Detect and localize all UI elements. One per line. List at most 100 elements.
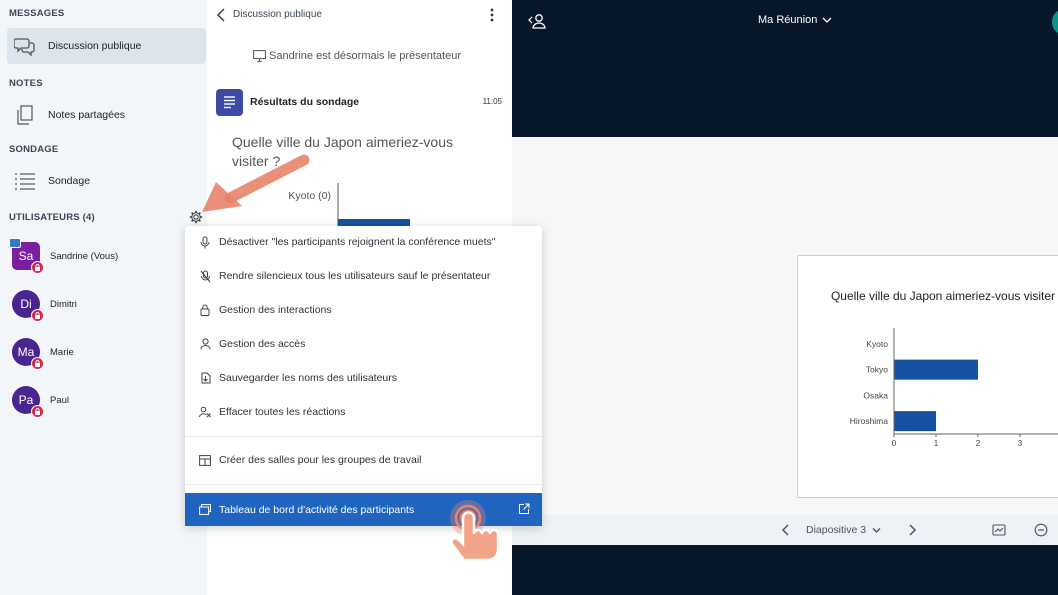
user-name: Marie xyxy=(50,346,74,358)
chat-title[interactable]: Discussion publique xyxy=(233,9,322,20)
chat-bubbles-icon xyxy=(14,35,36,57)
menu-item-label: Gestion des interactions xyxy=(219,304,332,316)
sidebar: MESSAGES Discussion publique NOTES Notes… xyxy=(0,0,207,595)
notes-section-title: NOTES xyxy=(9,78,43,89)
menu-item-disable-join-muted[interactable]: Désactiver "les participants rejoignent … xyxy=(185,227,542,257)
poll-result-time: 11:05 xyxy=(482,97,502,106)
menu-item-save-user-names[interactable]: Sauvegarder les noms des utilisateurs xyxy=(185,363,542,393)
lock-icon xyxy=(31,357,44,370)
menu-item-label: Désactiver "les participants rejoignent … xyxy=(219,236,496,248)
whiteboard-icon[interactable] xyxy=(992,523,1006,537)
lock-icon xyxy=(31,405,44,418)
presenter-screen-icon xyxy=(253,50,266,62)
category-label: Hiroshima xyxy=(850,416,889,426)
meeting-title[interactable]: Ma Réunion xyxy=(758,14,832,26)
user-name: Dimitri xyxy=(50,298,77,310)
category-label: Kyoto xyxy=(866,339,888,349)
poll-bar-chart: Kyoto Tokyo Osaka Hiroshima 0 1 2 3 xyxy=(850,328,1058,448)
chevron-left-icon[interactable] xyxy=(780,523,792,537)
chevron-left-icon[interactable] xyxy=(215,7,229,23)
chevron-down-icon xyxy=(822,17,832,23)
avatar: Ma xyxy=(12,338,44,370)
meeting-title-text: Ma Réunion xyxy=(758,14,818,26)
sidebar-item-poll[interactable]: Sondage xyxy=(7,163,206,199)
x-tick-label: 0 xyxy=(892,439,897,448)
microphone-icon xyxy=(198,235,212,249)
rooms-icon xyxy=(198,453,212,467)
chevron-down-icon xyxy=(872,527,881,533)
user-item[interactable]: Pa Paul xyxy=(12,386,70,418)
avatar-initials: Di xyxy=(20,297,32,311)
menu-item-label: Créer des salles pour les groupes de tra… xyxy=(219,454,422,466)
poll-section-title: SONDAGE xyxy=(9,144,59,155)
avatar: Di xyxy=(12,290,44,322)
bar xyxy=(894,411,936,432)
sidebar-item-label: Discussion publique xyxy=(48,40,142,52)
download-icon xyxy=(198,371,212,385)
user-list-toggle-icon[interactable] xyxy=(528,12,546,30)
dashboard-icon xyxy=(198,503,212,517)
sidebar-item-public-chat[interactable]: Discussion publique xyxy=(7,28,206,64)
sidebar-item-shared-notes[interactable]: Notes partagées xyxy=(7,97,206,133)
x-tick-label: 1 xyxy=(934,439,939,448)
presentation-area: Ma Réunion Quelle ville du Japon aimerie… xyxy=(512,0,1058,595)
poll-result-icon xyxy=(216,88,243,116)
lock-icon xyxy=(198,303,212,317)
menu-item-manage-access[interactable]: Gestion des accès xyxy=(185,329,542,359)
avatar: Pa xyxy=(12,386,44,418)
menu-divider xyxy=(185,484,542,485)
menu-item-mute-all-except-presenter[interactable]: Rendre silencieux tous les utilisateurs … xyxy=(185,261,542,291)
slide: Quelle ville du Japon aimeriez-vous visi… xyxy=(797,255,1058,498)
avatar[interactable] xyxy=(1052,10,1058,34)
x-tick-label: 2 xyxy=(976,439,981,448)
x-tick-label: 3 xyxy=(1018,439,1023,448)
avatar-initials: Pa xyxy=(18,393,34,407)
category-label: Tokyo xyxy=(866,365,888,375)
system-message: Sandrine est désormais le présentateur xyxy=(253,50,461,62)
menu-item-clear-reactions[interactable]: Effacer toutes les réactions xyxy=(185,397,542,427)
user-item[interactable]: Di Dimitri xyxy=(12,290,77,322)
slide-label: Diapositive 3 xyxy=(806,524,867,536)
user-options-menu: Désactiver "les participants rejoignent … xyxy=(185,226,542,526)
menu-item-label: Rendre silencieux tous les utilisateurs … xyxy=(219,270,491,282)
user-item[interactable]: Ma Marie xyxy=(12,338,74,370)
users-section-title: UTILISATEURS (4) xyxy=(9,212,95,223)
lock-icon xyxy=(31,261,44,274)
chat-header: Discussion publique xyxy=(207,0,512,30)
menu-item-label: Effacer toutes les réactions xyxy=(219,406,346,418)
messages-section-title: MESSAGES xyxy=(9,8,65,19)
menu-item-label: Tableau de bord d'activité des participa… xyxy=(219,503,415,516)
bar xyxy=(894,359,978,380)
clear-status-icon xyxy=(198,405,212,419)
external-link-icon xyxy=(518,502,530,514)
tutorial-click-hand-icon xyxy=(450,500,500,562)
menu-item-label: Sauvegarder les noms des utilisateurs xyxy=(219,372,398,384)
chevron-right-icon[interactable] xyxy=(906,523,918,537)
user-name: Paul xyxy=(50,394,70,406)
poll-result-title: Résultats du sondage xyxy=(250,96,360,108)
menu-item-create-breakout-rooms[interactable]: Créer des salles pour les groupes de tra… xyxy=(185,445,542,475)
slide-chart-title: Quelle ville du Japon aimeriez-vous visi… xyxy=(830,289,1058,303)
menu-item-label: Gestion des accès xyxy=(219,338,306,350)
sidebar-item-label: Notes partagées xyxy=(48,109,126,121)
zoom-out-icon[interactable] xyxy=(1034,523,1048,537)
slide-navigation: Diapositive 3 xyxy=(512,515,1058,545)
lock-icon xyxy=(31,309,44,322)
user-item[interactable]: Sa Sandrine (Vous) xyxy=(9,238,119,274)
more-options-icon[interactable] xyxy=(487,7,497,23)
category-label: Osaka xyxy=(863,390,888,400)
presenter-icon xyxy=(9,238,21,248)
poll-result-message: Résultats du sondage 11:05 xyxy=(216,87,506,117)
system-message-text: Sandrine est désormais le présentateur xyxy=(269,50,461,62)
tutorial-arrow-icon xyxy=(202,154,310,212)
menu-item-manage-interactions[interactable]: Gestion des interactions xyxy=(185,295,542,325)
list-icon xyxy=(14,170,36,192)
sidebar-item-label: Sondage xyxy=(48,175,91,187)
avatar: Sa xyxy=(9,238,44,274)
microphone-off-icon xyxy=(198,269,212,283)
menu-divider xyxy=(185,436,542,437)
slide-area: Quelle ville du Japon aimeriez-vous visi… xyxy=(512,137,1058,545)
user-name: Sandrine (Vous) xyxy=(50,250,119,262)
avatar-initials: Sa xyxy=(18,249,34,263)
slide-selector[interactable]: Diapositive 3 xyxy=(806,524,881,536)
